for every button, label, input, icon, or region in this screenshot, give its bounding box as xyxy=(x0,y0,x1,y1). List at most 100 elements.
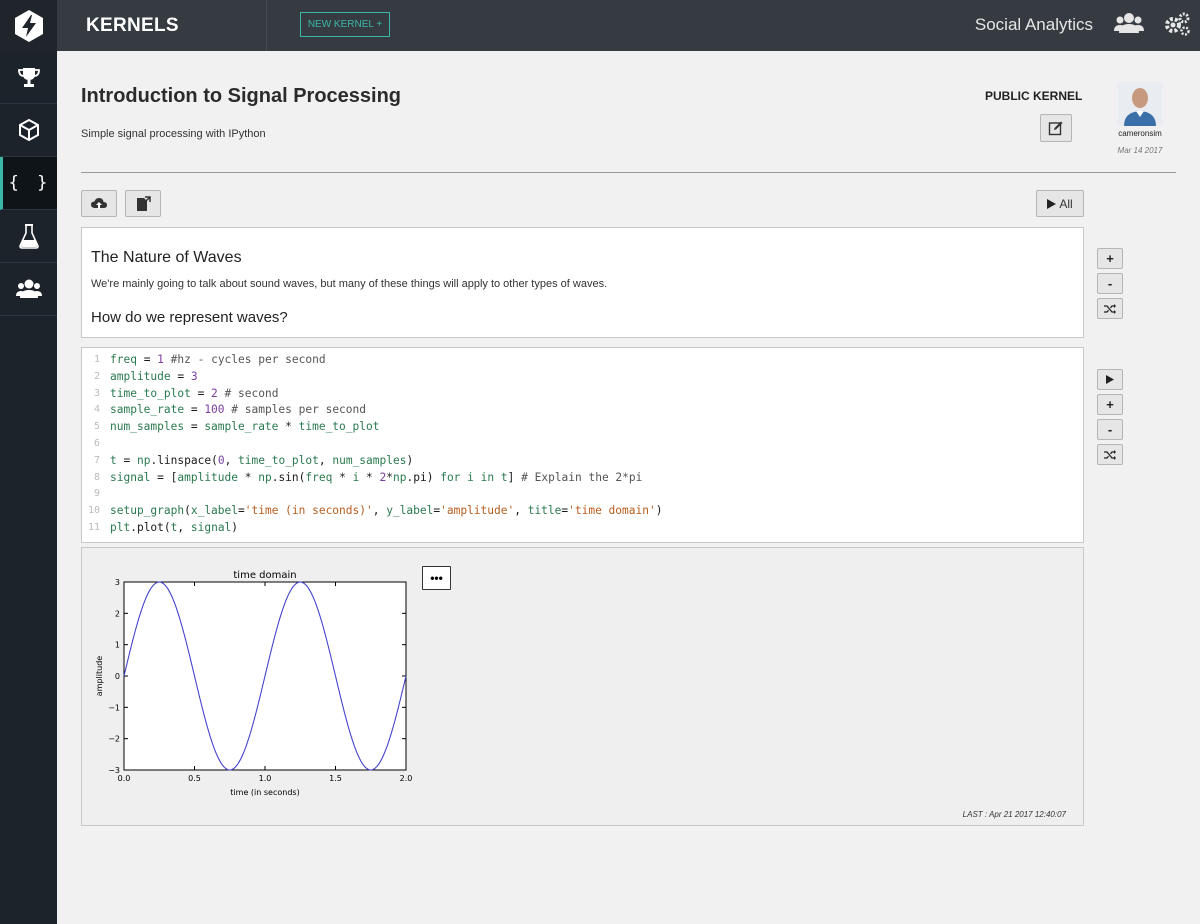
line-number: 2 xyxy=(93,370,100,382)
cloud-upload-icon xyxy=(91,197,107,209)
sidebar-item-datasets[interactable] xyxy=(0,104,57,157)
export-button[interactable] xyxy=(125,190,161,217)
code-line[interactable]: 10 setup_graph(x_label='time (in seconds)… xyxy=(82,503,1083,520)
sidebar: { } xyxy=(0,51,57,924)
new-kernel-button[interactable]: NEW KERNEL + xyxy=(300,12,390,37)
settings-gears-icon[interactable] xyxy=(1164,11,1190,37)
braces-icon: { } xyxy=(8,173,52,193)
sidebar-item-kernels[interactable]: { } xyxy=(0,157,57,210)
add-cell-button[interactable]: + xyxy=(1097,394,1123,415)
y-tick-label: −1 xyxy=(108,703,120,712)
code-line[interactable]: 11 plt.plot(t, signal) xyxy=(82,520,1083,537)
sidebar-item-experiments[interactable] xyxy=(0,210,57,263)
kernel-subtitle: Simple signal processing with IPython xyxy=(81,128,266,140)
code-line[interactable]: 4 sample_rate = 100 # samples per second xyxy=(82,402,1083,419)
code-text: signal = [amplitude * np.sin(freq * i * … xyxy=(110,470,643,484)
section-title: KERNELS xyxy=(57,0,267,51)
add-cell-button[interactable]: + xyxy=(1097,248,1123,269)
code-text: t = np.linspace(0, time_to_plot, num_sam… xyxy=(110,453,414,467)
code-line[interactable]: 6 xyxy=(82,436,1083,453)
code-text: num_samples = sample_rate * time_to_plot xyxy=(110,420,380,434)
x-axis-label: time (in seconds) xyxy=(230,788,299,797)
visibility-label: PUBLIC KERNEL xyxy=(985,89,1083,103)
line-number: 7 xyxy=(93,454,100,466)
x-tick-label: 0.5 xyxy=(188,774,201,783)
app-logo[interactable] xyxy=(0,0,57,51)
y-tick-label: 1 xyxy=(115,641,120,650)
code-line[interactable]: 8 signal = [amplitude * np.sin(freq * i *… xyxy=(82,470,1083,487)
y-tick-label: −2 xyxy=(108,735,120,744)
chart-title: time domain xyxy=(233,570,296,581)
y-tick-label: 3 xyxy=(115,578,120,587)
markdown-paragraph: We're mainly going to talk about sound w… xyxy=(91,278,608,290)
markdown-heading: The Nature of Waves xyxy=(91,249,242,266)
line-number: 6 xyxy=(93,437,100,449)
code-line[interactable]: 7 t = np.linspace(0, time_to_plot, num_sa… xyxy=(82,453,1083,470)
author-name[interactable]: cameronsim xyxy=(1104,129,1176,138)
shuffle-cell-button[interactable] xyxy=(1097,298,1123,319)
shuffle-icon xyxy=(1104,303,1116,314)
upload-button[interactable] xyxy=(81,190,117,217)
code-text: sample_rate = 100 # samples per second xyxy=(110,403,366,417)
code-line[interactable]: 9 xyxy=(82,486,1083,503)
play-icon xyxy=(1106,375,1114,384)
output-options-button[interactable]: ••• xyxy=(422,566,451,590)
markdown-subheading: How do we represent waves? xyxy=(91,309,288,326)
code-line[interactable]: 3 time_to_plot = 2 # second xyxy=(82,386,1083,403)
code-text: freq = 1 #hz - cycles per second xyxy=(110,353,326,366)
last-run-timestamp: LAST : Apr 21 2017 12:40:07 xyxy=(962,810,1066,819)
code-cell[interactable]: 1 freq = 1 #hz - cycles per second 2 amplit… xyxy=(81,347,1084,543)
trophy-icon xyxy=(17,68,40,87)
edit-icon xyxy=(1048,121,1063,136)
top-bar: KERNELS NEW KERNEL + Social Analytics xyxy=(0,0,1200,51)
users-icon xyxy=(15,279,42,298)
y-tick-label: 0 xyxy=(115,672,120,681)
line-number: 1 xyxy=(93,354,100,365)
sidebar-item-teams[interactable] xyxy=(0,263,57,316)
x-tick-label: 0.0 xyxy=(118,774,131,783)
author-photo xyxy=(1118,82,1162,126)
kernel-title: Introduction to Signal Processing xyxy=(81,85,402,107)
flask-icon xyxy=(18,224,39,249)
line-number: 5 xyxy=(93,421,100,433)
y-tick-label: −3 xyxy=(108,766,120,775)
remove-cell-button[interactable]: - xyxy=(1097,419,1123,440)
code-text: plt.plot(t, signal) xyxy=(110,520,239,534)
line-number: 3 xyxy=(93,387,100,399)
organization-name[interactable]: Social Analytics xyxy=(975,15,1093,35)
x-tick-label: 2.0 xyxy=(400,774,413,783)
markdown-cell[interactable]: The Nature of Waves We're mainly going t… xyxy=(81,227,1084,338)
line-number: 9 xyxy=(93,488,100,500)
lightning-logo-icon xyxy=(14,9,43,42)
users-icon[interactable] xyxy=(1114,12,1144,34)
remove-cell-button[interactable]: - xyxy=(1097,273,1123,294)
edit-kernel-button[interactable] xyxy=(1040,114,1072,142)
shuffle-cell-button[interactable] xyxy=(1097,444,1123,465)
line-number: 8 xyxy=(93,471,100,483)
line-number: 10 xyxy=(87,505,100,517)
run-all-button[interactable]: All xyxy=(1036,190,1084,217)
shuffle-icon xyxy=(1104,449,1116,460)
kernel-date: Mar 14 2017 xyxy=(1117,146,1163,155)
run-all-label: All xyxy=(1059,196,1073,211)
code-text: amplitude = 3 xyxy=(110,369,198,383)
line-number: 4 xyxy=(93,404,100,416)
sidebar-item-competitions[interactable] xyxy=(0,51,57,104)
code-line[interactable]: 2 amplitude = 3 xyxy=(82,369,1083,386)
file-export-icon xyxy=(137,195,151,211)
code-line[interactable]: 1 freq = 1 #hz - cycles per second xyxy=(82,352,1083,369)
x-tick-label: 1.0 xyxy=(259,774,272,783)
run-cell-button[interactable] xyxy=(1097,369,1123,390)
code-text: time_to_plot = 2 # second xyxy=(110,386,279,400)
code-text: setup_graph(x_label='time (in seconds)',… xyxy=(110,504,663,518)
x-tick-label: 1.5 xyxy=(329,774,342,783)
time-domain-chart: time domain time (in seconds) amplitude 0.0… xyxy=(95,570,413,797)
header-divider xyxy=(81,172,1176,173)
cube-icon xyxy=(18,119,39,141)
line-number: 11 xyxy=(87,521,100,533)
author-avatar[interactable] xyxy=(1118,82,1162,126)
code-line[interactable]: 5 num_samples = sample_rate * time_to_plo… xyxy=(82,419,1083,436)
play-icon xyxy=(1047,198,1057,209)
y-axis-label: amplitude xyxy=(95,656,104,697)
y-tick-label: 2 xyxy=(115,609,120,618)
